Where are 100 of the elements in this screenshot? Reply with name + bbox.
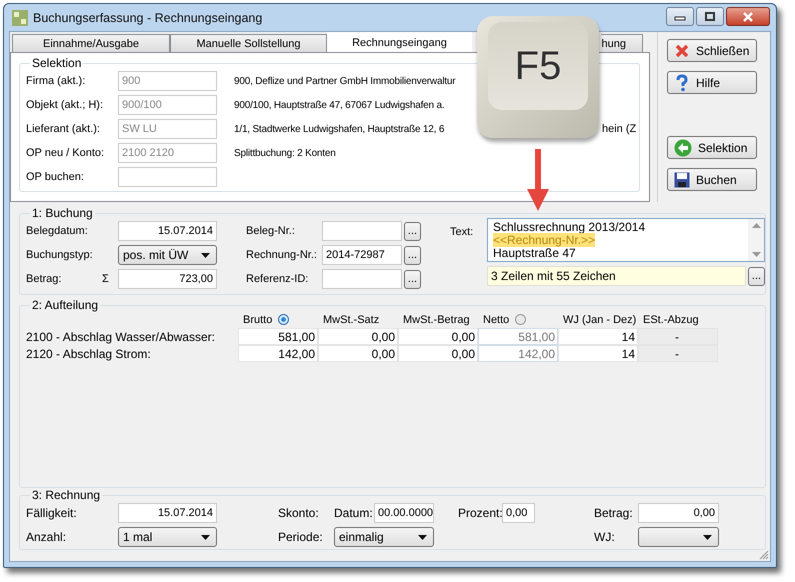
- field-label: Periode:: [278, 530, 324, 544]
- text-area[interactable]: Schlussrechnung 2013/2014 <<Rechnung-Nr.>> Hauptstraße 47: [487, 218, 765, 262]
- table-cell: 0,00: [318, 328, 398, 345]
- field-label: Buchungstyp:: [26, 249, 94, 261]
- dropdown[interactable]: 1 mal: [118, 527, 217, 547]
- column-header: Brutto: [243, 314, 272, 326]
- input-field[interactable]: 0,00: [502, 503, 535, 523]
- field-label: Lieferant (akt.):: [26, 123, 101, 135]
- dropdown[interactable]: einmalig: [334, 527, 434, 547]
- input-field[interactable]: 900: [118, 71, 217, 91]
- input-field[interactable]: 15.07.2014: [118, 503, 217, 523]
- scrollbar[interactable]: [748, 219, 764, 261]
- input-field[interactable]: 00.00.0000: [374, 503, 434, 523]
- column-header: ESt.-Abzug: [643, 314, 699, 326]
- field-label: Betrag:: [26, 273, 62, 285]
- tab[interactable]: Rechnungseingang: [327, 32, 472, 52]
- info-text: 1/1, Stadtwerke Ludwigshafen, Hauptstraße 12, 6: [234, 124, 444, 134]
- browse-button[interactable]: ...: [748, 266, 765, 286]
- action-button[interactable]: Buchen: [667, 168, 757, 191]
- info-text: hein (Z: [602, 123, 636, 135]
- radio-button[interactable]: [278, 314, 290, 325]
- field-label: Text:: [450, 226, 474, 240]
- input-field[interactable]: [322, 221, 402, 241]
- keyboard-key: F5: [477, 16, 599, 138]
- field-label: Datum:: [334, 506, 374, 520]
- dropdown[interactable]: pos. mit ÜW: [118, 245, 217, 265]
- input-field[interactable]: SW LU: [118, 119, 217, 139]
- browse-button[interactable]: ...: [404, 222, 421, 240]
- input-field[interactable]: 15.07.2014: [118, 221, 217, 241]
- input-field[interactable]: [118, 167, 217, 187]
- browse-button[interactable]: ...: [404, 270, 421, 288]
- scroll-up-icon[interactable]: [752, 223, 760, 228]
- column-header: WJ (Jan - Dez): [563, 314, 636, 326]
- input-field[interactable]: 2014-72987: [322, 245, 402, 265]
- maximize-icon: [704, 12, 716, 22]
- close-button[interactable]: [726, 7, 770, 26]
- field-label: Prozent:: [458, 506, 502, 520]
- field-label: Rechnung-Nr.:: [246, 249, 318, 261]
- scroll-down-icon[interactable]: [752, 252, 760, 257]
- group-title: Selektion: [31, 57, 82, 69]
- action-button[interactable]: Selektion: [667, 136, 757, 159]
- tab[interactable]: hung: [601, 34, 643, 52]
- column-header: MwSt.-Betrag: [403, 314, 470, 326]
- minimize-button[interactable]: [666, 7, 694, 26]
- input-field[interactable]: 723,00: [118, 269, 217, 289]
- input-field[interactable]: 0,00: [638, 503, 719, 523]
- tab[interactable]: Manuelle Sollstellung: [170, 34, 327, 52]
- info-field: 3 Zeilen mit 55 Zeichen: [487, 266, 746, 286]
- table-cell: 0,00: [398, 345, 478, 362]
- text-line: Schlussrechnung 2013/2014: [493, 220, 646, 234]
- browse-button[interactable]: ...: [404, 246, 421, 264]
- row-label: 2100 - Abschlag Wasser/Abwasser:: [26, 328, 216, 345]
- field-label: Betrag:: [594, 506, 634, 520]
- table-cell: 14: [558, 328, 638, 345]
- field-label: Skonto:: [278, 506, 320, 520]
- table-cell: -: [638, 345, 718, 362]
- text-line: Hauptstraße 47: [493, 246, 576, 260]
- field-label: WJ:: [594, 530, 616, 544]
- input-field[interactable]: 2100 2120: [118, 143, 217, 163]
- table-cell: 581,00: [238, 328, 318, 345]
- info-text: 900/100, Hauptstraße 47, 67067 Ludwigshafen a.: [234, 100, 444, 110]
- action-button[interactable]: Schließen: [667, 39, 757, 62]
- action-button[interactable]: Hilfe: [667, 71, 757, 94]
- radio-button[interactable]: [515, 314, 526, 325]
- info-text: 900, Deflize und Partner GmbH Immobilienverwaltur: [234, 76, 456, 86]
- caret-icon: [703, 534, 712, 540]
- caret-icon: [201, 534, 210, 540]
- table-cell: 0,00: [398, 328, 478, 345]
- group-title: 1: Buchung: [31, 207, 94, 219]
- column-header: Netto: [483, 314, 510, 326]
- down-arrow-icon: [527, 149, 549, 211]
- close-icon: [742, 12, 754, 22]
- question-mark-icon: [674, 74, 690, 92]
- table-cell: 14: [558, 345, 638, 362]
- row-label: 2120 - Abschlag Strom:: [26, 346, 152, 362]
- resize-grip-icon[interactable]: [759, 550, 769, 560]
- info-text: Splittbuchung: 2 Konten: [234, 148, 336, 158]
- field-label: Belegdatum:: [26, 225, 89, 237]
- group-title: 3: Rechnung: [31, 489, 102, 501]
- field-label: Beleg-Nr.:: [246, 225, 296, 237]
- field-label: Referenz-ID:: [246, 273, 310, 285]
- table-cell: 0,00: [318, 345, 398, 362]
- maximize-button[interactable]: [696, 7, 724, 26]
- group-title: 2: Aufteilung: [31, 299, 100, 311]
- sum-sign: Σ: [102, 273, 110, 285]
- tab[interactable]: Einnahme/Ausgabe: [12, 34, 170, 52]
- table-cell: -: [638, 328, 718, 345]
- close-icon: [674, 42, 690, 58]
- dropdown[interactable]: [638, 527, 719, 547]
- field-label: OP neu / Konto:: [26, 147, 106, 159]
- input-field[interactable]: [322, 269, 402, 289]
- window-title: Buchungserfassung - Rechnungseingang: [33, 10, 262, 24]
- table-cell: 142,00: [478, 345, 558, 362]
- app-icon: [12, 10, 28, 26]
- column-header: MwSt.-Satz: [323, 314, 380, 326]
- field-label: OP buchen:: [26, 171, 85, 183]
- save-icon: [674, 172, 690, 188]
- input-field[interactable]: 900/100: [118, 95, 217, 115]
- table-cell: 581,00: [478, 328, 558, 345]
- field-label: Objekt (akt.; H):: [26, 99, 104, 111]
